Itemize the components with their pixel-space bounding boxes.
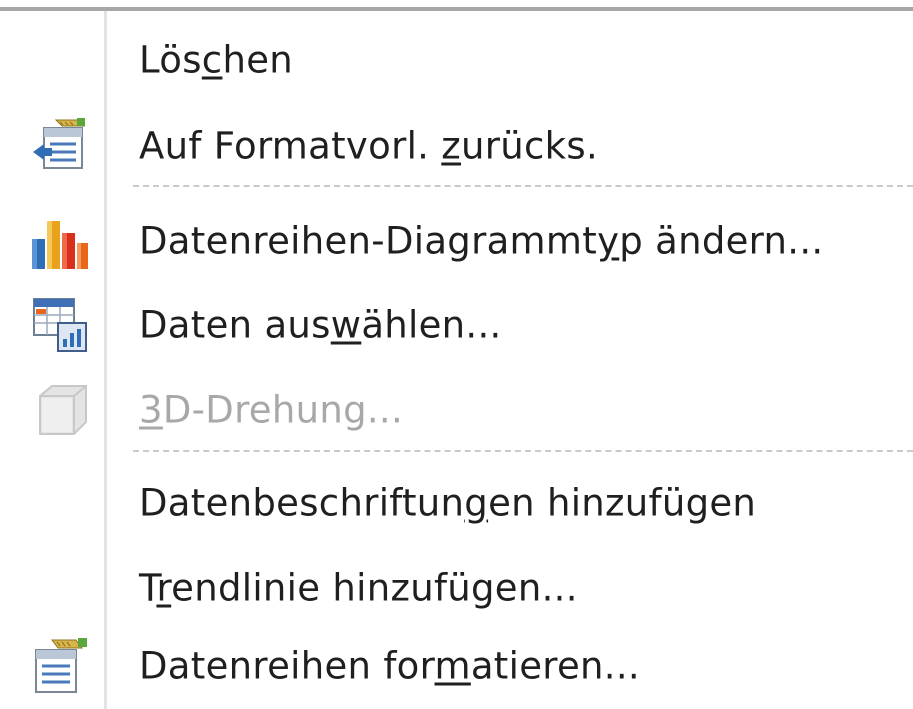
reset-style-icon <box>30 116 90 176</box>
menu-item-label: Löschen <box>139 38 294 82</box>
menu-item-delete[interactable]: Löschen <box>0 17 913 103</box>
menu-top-border <box>0 7 913 11</box>
menu-item-reset-to-match-style[interactable]: Auf Formatvorl. zurücks. <box>0 103 913 189</box>
menu-item-select-data[interactable]: Daten auswählen... <box>0 282 913 368</box>
menu-item-add-trendline[interactable]: Trendlinie hinzufügen... <box>0 545 913 631</box>
menu-item-label: 3D-Drehung... <box>139 388 404 432</box>
menu-item-label: Datenreihen-Diagrammtyp ändern... <box>139 219 824 263</box>
menu-item-label: Trendlinie hinzufügen... <box>139 566 578 610</box>
3d-rotation-icon <box>30 380 90 440</box>
menu-item-label: Datenbeschriftungen hinzufügen <box>139 481 757 525</box>
context-menu: Löschen Auf Formatvorl. zurücks. Datenre… <box>0 0 913 709</box>
select-data-icon <box>30 295 90 355</box>
menu-separator <box>133 185 913 187</box>
menu-item-3d-rotation: 3D-Drehung... <box>0 367 913 453</box>
menu-item-label: Daten auswählen... <box>139 303 502 347</box>
menu-separator <box>133 450 913 452</box>
menu-item-label: Datenreihen formatieren... <box>139 644 640 688</box>
format-series-icon <box>30 636 90 696</box>
menu-item-add-data-labels[interactable]: Datenbeschriftungen hinzufügen <box>0 460 913 546</box>
bar-chart-icon <box>30 211 90 271</box>
menu-item-label: Auf Formatvorl. zurücks. <box>139 124 599 168</box>
menu-item-format-data-series[interactable]: Datenreihen formatieren... <box>0 623 913 709</box>
menu-item-change-chart-type[interactable]: Datenreihen-Diagrammtyp ändern... <box>0 198 913 284</box>
